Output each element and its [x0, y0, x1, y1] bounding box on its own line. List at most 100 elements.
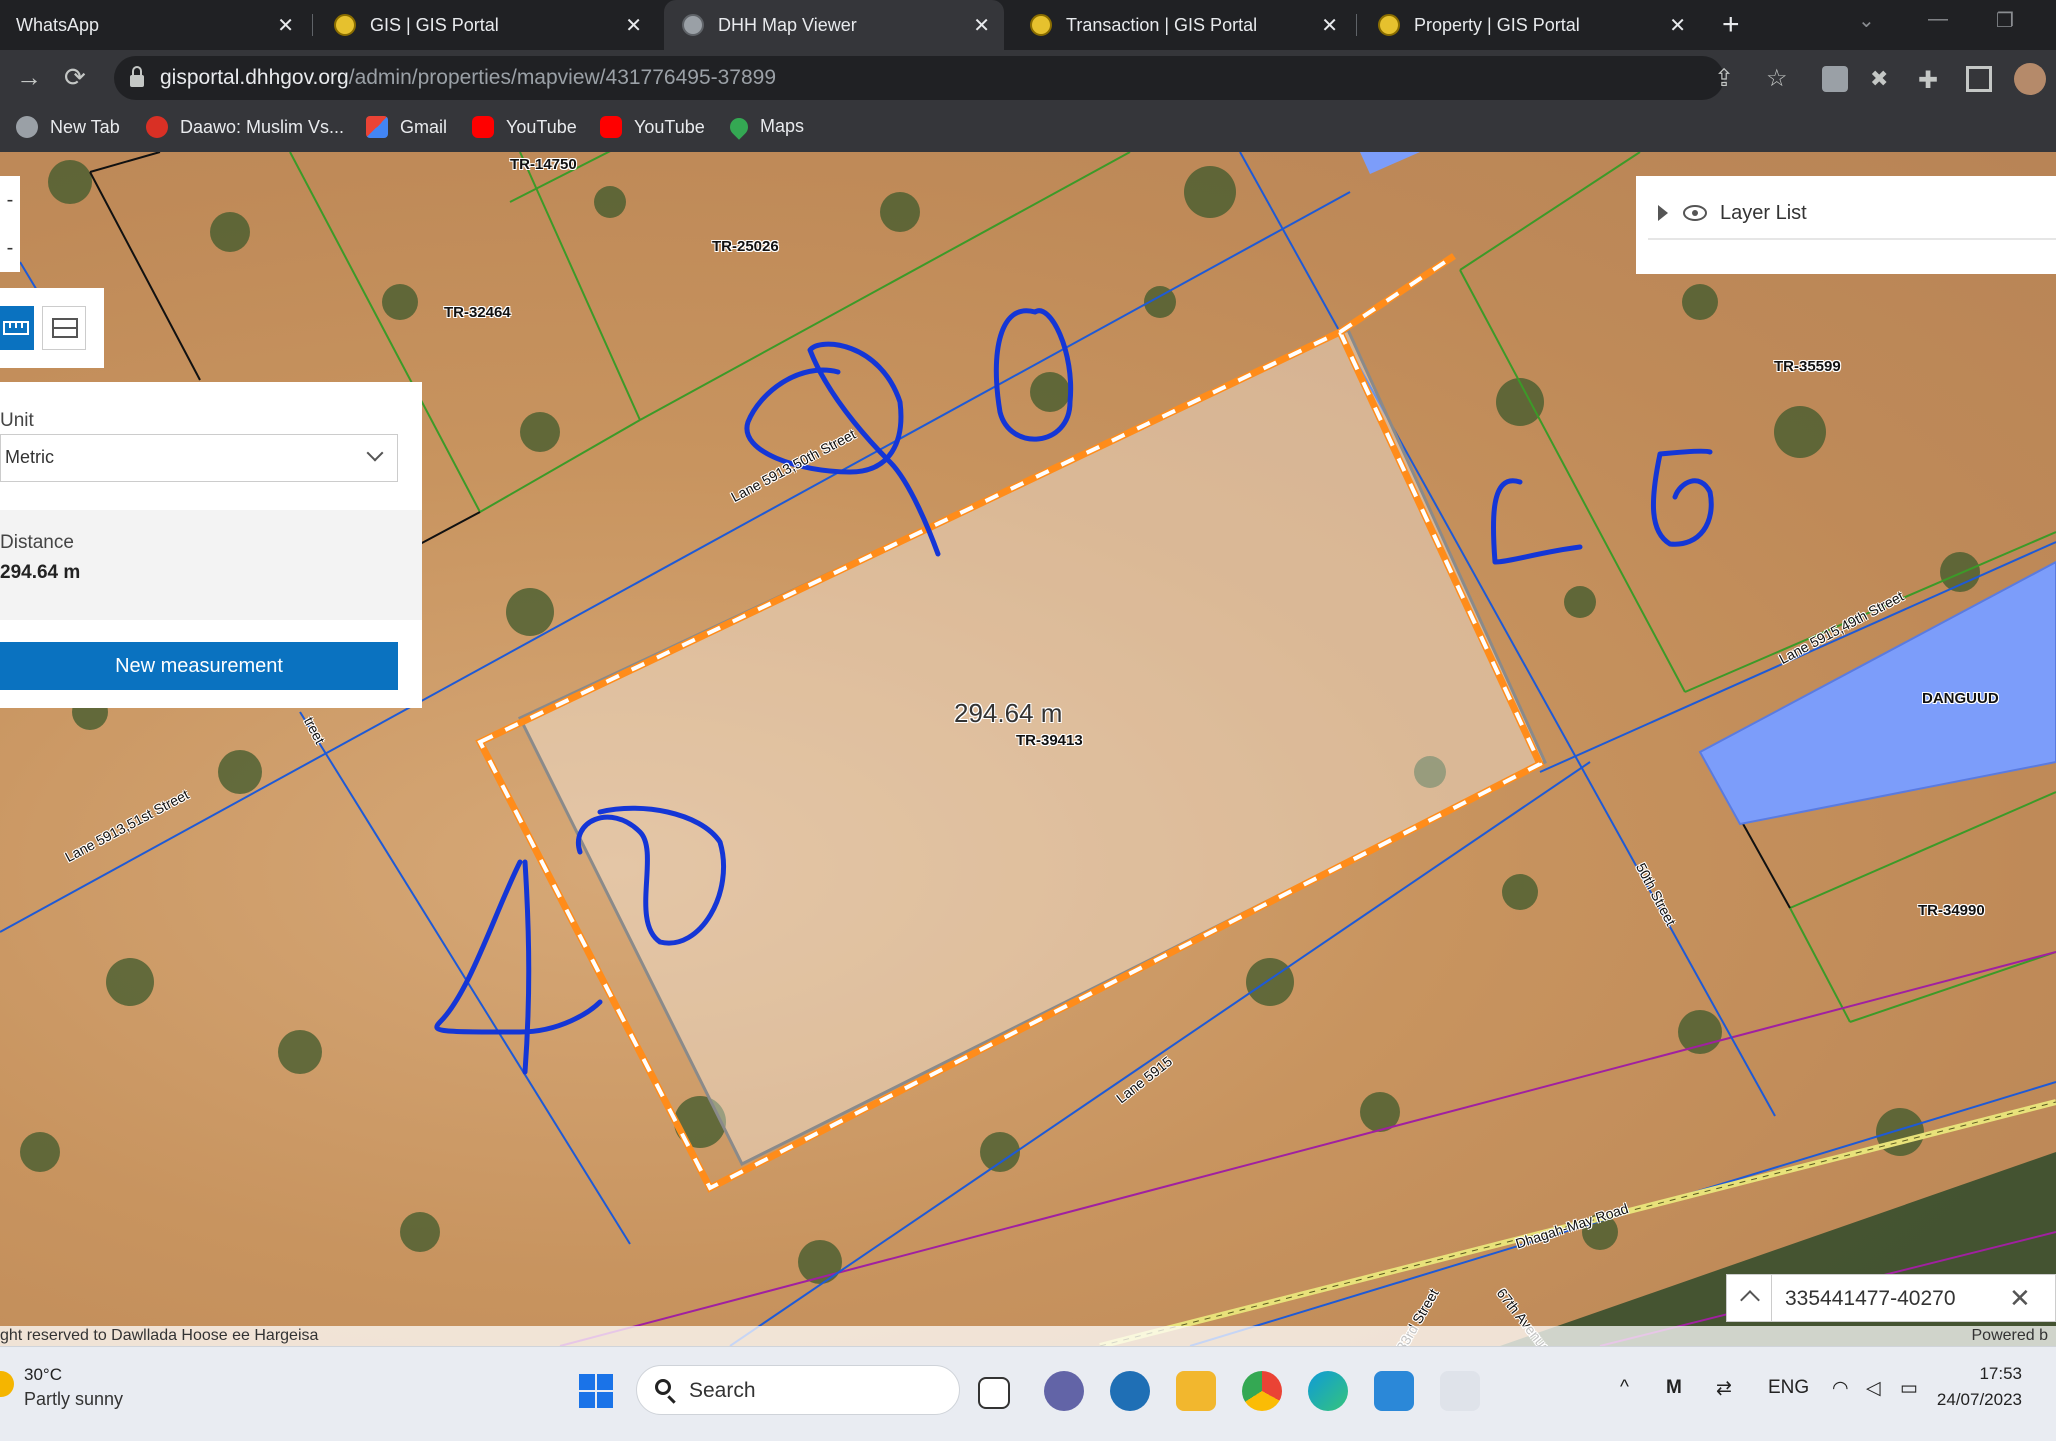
bookmark-maps[interactable]: Maps [726, 113, 804, 140]
file-explorer-icon[interactable] [1176, 1371, 1216, 1411]
address-bar[interactable]: gisportal.dhhgov.org/admin/properties/ma… [114, 56, 1788, 100]
volume-icon[interactable]: ◁ [1866, 1377, 1881, 1400]
ruler-icon [3, 321, 29, 335]
tab-gis-portal[interactable]: GIS | GIS Portal ✕ [316, 0, 656, 50]
parcel-label: TR-39413 [1016, 732, 1083, 749]
search-input[interactable]: 335441477-40270 [1785, 1287, 1956, 1311]
language-indicator[interactable]: ENG [1768, 1377, 1809, 1399]
bookmark-star-icon[interactable]: ☆ [1766, 64, 1788, 93]
chevron-up-icon[interactable] [1740, 1290, 1760, 1310]
powered-by-text[interactable]: Powered b [1972, 1327, 2049, 1345]
teams-chat-icon[interactable] [1044, 1371, 1084, 1411]
tab-title: Transaction | GIS Portal [1066, 14, 1258, 35]
bookmark-label: Gmail [400, 116, 448, 137]
snipping-tool-icon[interactable] [1440, 1371, 1480, 1411]
tab-whatsapp[interactable]: WhatsApp ✕ [0, 0, 308, 50]
weather-icon[interactable] [0, 1371, 14, 1397]
tab-property[interactable]: Property | GIS Portal ✕ [1360, 0, 1700, 50]
gis-portal-icon [1030, 14, 1052, 36]
maps-icon [726, 113, 752, 140]
windows-start-icon[interactable] [576, 1371, 616, 1411]
lock-icon [130, 66, 144, 87]
tab-separator [1356, 14, 1357, 36]
tab-title: GIS | GIS Portal [370, 14, 499, 35]
measurement-panel: Unit Metric Distance 294.64 m New measur… [0, 382, 422, 708]
new-measurement-button[interactable]: New measurement [0, 642, 398, 690]
close-icon[interactable]: ✕ [277, 13, 294, 38]
bookmark-gmail[interactable]: Gmail [366, 116, 447, 138]
eye-icon[interactable] [1682, 204, 1708, 222]
mail-tray-icon[interactable]: M [1666, 1377, 1682, 1399]
chrome-icon[interactable] [1242, 1371, 1282, 1411]
weather-desc[interactable]: Partly sunny [24, 1389, 123, 1410]
clock[interactable]: 17:53 24/07/2023 [1937, 1361, 2022, 1413]
browser-tab-bar: WhatsApp ✕ GIS | GIS Portal ✕ DHH Map Vi… [0, 0, 2056, 50]
extension-x-icon[interactable]: ✖ [1870, 66, 1896, 92]
tab-transaction[interactable]: Transaction | GIS Portal ✕ [1012, 0, 1352, 50]
extension-icon[interactable] [1822, 66, 1848, 92]
photos-icon[interactable] [1374, 1371, 1414, 1411]
map-view[interactable]: TR-14750 TR-25026 TR-32464 TR-35599 TR-3… [0, 152, 2056, 1346]
edge-icon[interactable] [1308, 1371, 1348, 1411]
area-tool-button[interactable] [42, 306, 86, 350]
bookmark-label: Daawo: Muslim Vs... [180, 116, 345, 137]
restore-icon[interactable]: ❐ [1996, 8, 2014, 33]
clear-icon[interactable]: ✕ [2009, 1283, 2031, 1314]
avatar[interactable] [2014, 63, 2046, 95]
distance-tool-button[interactable] [0, 306, 34, 350]
tab-title: DHH Map Viewer [718, 14, 857, 35]
side-panel-icon[interactable] [1966, 66, 1992, 92]
taskbar-search[interactable]: Search [636, 1365, 960, 1415]
zoom-out-button[interactable]: - [0, 224, 20, 272]
wifi-icon[interactable]: ◠ [1832, 1377, 1849, 1400]
task-view-icon[interactable] [978, 1377, 1010, 1409]
battery-icon[interactable]: ▭ [1900, 1377, 1918, 1400]
search-icon [655, 1379, 671, 1395]
sync-icon[interactable]: ⇄ [1716, 1377, 1732, 1400]
unit-select-value: Metric [5, 447, 54, 467]
search-app-icon[interactable] [1110, 1371, 1150, 1411]
layer-list-header[interactable]: Layer List [1648, 188, 2056, 240]
gis-portal-icon [334, 14, 356, 36]
new-tab-icon[interactable]: + [1722, 8, 1740, 42]
bookmark-label: New Tab [50, 116, 120, 137]
area-label: DANGUUD [1922, 690, 1999, 707]
reload-icon[interactable]: ⟳ [64, 62, 86, 93]
puzzle-icon[interactable]: ✚ [1918, 66, 1944, 94]
bookmark-youtube[interactable]: YouTube [472, 116, 577, 138]
clock-date: 24/07/2023 [1936, 1390, 2022, 1409]
bookmark-daawo[interactable]: Daawo: Muslim Vs... [146, 116, 344, 138]
close-icon[interactable]: ✕ [1669, 13, 1686, 38]
url-text: gisportal.dhhgov.org/admin/properties/ma… [160, 66, 776, 90]
bookmark-label: YouTube [506, 116, 577, 137]
tab-dhh-map-viewer[interactable]: DHH Map Viewer ✕ [664, 0, 1004, 50]
gmail-icon [366, 116, 388, 138]
chevron-up-icon[interactable]: ^ [1620, 1377, 1629, 1399]
search-divider [1771, 1275, 1772, 1321]
bookmark-youtube-2[interactable]: YouTube [600, 116, 705, 138]
globe-icon [16, 116, 38, 138]
close-icon[interactable]: ✕ [625, 13, 642, 38]
expand-triangle-icon[interactable] [1658, 205, 1668, 221]
browser-toolbar: → ⟳ gisportal.dhhgov.org/admin/propertie… [0, 50, 2056, 108]
map-attribution: ght reserved to Dawllada Hoose ee Hargei… [0, 1326, 2056, 1346]
share-icon[interactable]: ⇪ [1714, 64, 1734, 93]
zoom-in-button[interactable]: - [0, 176, 20, 224]
taskbar-search-label: Search [689, 1379, 756, 1402]
youtube-icon [472, 116, 494, 138]
weather-temp[interactable]: 30°C [24, 1365, 62, 1385]
gis-portal-icon [1378, 14, 1400, 36]
forward-icon[interactable]: → [16, 62, 42, 93]
area-ruler-icon [52, 318, 78, 338]
url-host: gisportal.dhhgov.org [160, 66, 349, 89]
measurement-label: 294.64 m [954, 698, 1063, 728]
bookmark-new-tab[interactable]: New Tab [16, 116, 120, 138]
close-icon[interactable]: ✕ [973, 13, 990, 38]
close-icon[interactable]: ✕ [1321, 13, 1338, 38]
tab-search-icon[interactable]: ⌄ [1858, 8, 1875, 33]
attribution-text: ght reserved to Dawllada Hoose ee Hargei… [0, 1327, 319, 1344]
minimize-icon[interactable]: — [1928, 8, 1948, 31]
youtube-icon [600, 116, 622, 138]
parcel-label: TR-34990 [1918, 902, 1985, 919]
unit-select[interactable]: Metric [0, 434, 398, 482]
